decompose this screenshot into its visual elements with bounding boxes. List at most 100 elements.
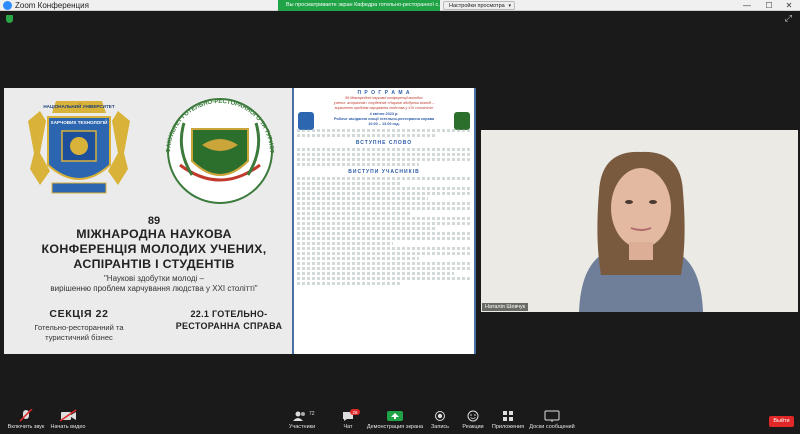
conference-theme: "Наукові здобутки молоді – вирішенню про… bbox=[4, 274, 304, 294]
participants-button[interactable]: 72 Участники bbox=[282, 407, 322, 434]
shared-screen: НАЦІОНАЛЬНИЙ УНІВЕРСИТЕТ ХАРЧОВИХ ТЕХНОЛ… bbox=[4, 88, 476, 354]
section-name: Готельно-ресторанний та туристичний бізн… bbox=[6, 323, 152, 343]
participants-label: Участники bbox=[288, 424, 316, 430]
subsection-heading: 22.1 ГОТЕЛЬНО- РЕСТОРАННА СПРАВА bbox=[154, 308, 304, 332]
text-placeholder bbox=[297, 237, 471, 240]
conference-title: МІЖНАРОДНА НАУКОВА КОНФЕРЕНЦІЯ МОЛОДИХ У… bbox=[4, 227, 304, 272]
text-placeholder bbox=[297, 202, 471, 205]
text-placeholder bbox=[297, 217, 471, 220]
text-placeholder bbox=[297, 129, 471, 132]
text-placeholder bbox=[297, 163, 419, 166]
zoom-logo-icon bbox=[3, 1, 12, 10]
leave-meeting-button[interactable]: Выйти bbox=[769, 416, 794, 427]
mic-muted-icon bbox=[19, 409, 33, 422]
chat-button[interactable]: 26 Чат bbox=[333, 407, 363, 434]
apps-button[interactable]: Приложения bbox=[490, 407, 526, 434]
text-placeholder bbox=[297, 187, 471, 190]
subsection-line: РЕСТОРАННА СПРАВА bbox=[175, 321, 283, 331]
theme-line: вирішенню проблем харчування людства у X… bbox=[50, 284, 258, 293]
view-options-label: Настройки просмотра bbox=[449, 3, 505, 9]
intro-heading: ВСТУПНЕ СЛОВО bbox=[355, 140, 413, 146]
start-video-label: Начать видео bbox=[50, 424, 86, 430]
fullscreen-icon[interactable]: ⤢ bbox=[785, 13, 792, 24]
video-off-icon bbox=[59, 409, 77, 422]
text-placeholder bbox=[297, 277, 471, 280]
participant-name: Наталія Шевчук bbox=[482, 303, 529, 311]
minimize-button[interactable]: — bbox=[736, 0, 758, 11]
program-date-line: 10.00 – 13.00 год. bbox=[368, 122, 400, 126]
unmute-button[interactable]: Включить звук bbox=[4, 407, 48, 434]
record-icon bbox=[435, 411, 445, 421]
text-placeholder bbox=[297, 267, 471, 270]
faculty-emblem: ФАКУЛЬТЕТ ГОТЕЛЬНО-РЕСТОРАННОГО ТА ТУРИС… bbox=[150, 93, 274, 204]
reactions-label: Реакции bbox=[462, 424, 484, 430]
text-placeholder bbox=[297, 262, 471, 265]
participant-video[interactable]: Наталія Шевчук bbox=[481, 130, 798, 312]
text-placeholder bbox=[297, 177, 471, 180]
view-options-dropdown[interactable]: Настройки просмотра ▾ bbox=[443, 1, 515, 10]
text-placeholder bbox=[297, 207, 471, 210]
text-placeholder bbox=[297, 257, 419, 260]
window-titlebar: Zoom Конференция Вы просматриваете экран… bbox=[0, 0, 800, 11]
text-placeholder bbox=[297, 153, 471, 156]
participants-icon: 72 bbox=[293, 411, 315, 421]
share-banner[interactable]: Вы просматриваете экран Кафедра готельно… bbox=[278, 0, 440, 11]
text-placeholder bbox=[297, 227, 437, 230]
unmute-label: Включить звук bbox=[7, 424, 45, 430]
title-line: МІЖНАРОДНА НАУКОВА bbox=[76, 227, 232, 241]
record-label: Запись bbox=[430, 424, 450, 430]
meeting-toolbar: Включить звук Начать видео 72 Участники … bbox=[0, 407, 800, 434]
program-document: П Р О Г Р А М А 89 Міжнародної наукової … bbox=[292, 88, 476, 354]
reactions-button[interactable]: Реакции bbox=[456, 407, 490, 434]
text-placeholder bbox=[297, 247, 471, 250]
whiteboard-button[interactable]: Доски сообщений bbox=[528, 407, 576, 434]
share-screen-icon bbox=[387, 411, 403, 421]
apps-label: Приложения bbox=[491, 424, 525, 430]
emblem-text-line-1: НАЦІОНАЛЬНИЙ УНІВЕРСИТЕТ bbox=[43, 102, 115, 109]
conference-number: 89 bbox=[147, 215, 161, 227]
chat-badge: 26 bbox=[352, 410, 358, 415]
chat-icon: 26 bbox=[343, 409, 360, 421]
window-title: Zoom Конференция bbox=[15, 1, 89, 10]
text-placeholder bbox=[297, 158, 471, 161]
section-line: Готельно-ресторанний та bbox=[34, 323, 124, 332]
apps-icon bbox=[503, 411, 513, 421]
participant-photo bbox=[481, 130, 798, 312]
theme-line: "Наукові здобутки молоді – bbox=[103, 274, 205, 283]
security-shield-icon[interactable] bbox=[6, 15, 13, 23]
text-placeholder bbox=[297, 212, 411, 215]
speakers-heading: ВИСТУПИ УЧАСНИКІВ bbox=[348, 169, 420, 175]
whiteboard-label: Доски сообщений bbox=[529, 424, 575, 430]
section-heading: СЕКЦІЯ 22 bbox=[49, 308, 109, 320]
text-placeholder bbox=[297, 148, 471, 151]
chat-label: Чат bbox=[343, 424, 353, 430]
text-placeholder bbox=[297, 134, 437, 137]
text-placeholder bbox=[297, 222, 471, 225]
close-button[interactable]: ✕ bbox=[778, 0, 800, 11]
slide-panel: НАЦІОНАЛЬНИЙ УНІВЕРСИТЕТ ХАРЧОВИХ ТЕХНОЛ… bbox=[4, 88, 292, 354]
start-video-button[interactable]: Начать видео bbox=[48, 407, 88, 434]
program-subtitle: 89 Міжнародної наукової конференції моло… bbox=[297, 96, 471, 111]
section-line: туристичний бізнес bbox=[45, 333, 113, 342]
program-subtitle-line: вирішенню проблем харчування людства у X… bbox=[334, 106, 434, 110]
participants-count: 72 bbox=[309, 411, 315, 417]
text-placeholder bbox=[297, 252, 471, 255]
title-line: АСПІРАНТІВ І СТУДЕНТІВ bbox=[73, 257, 235, 271]
whiteboard-icon bbox=[544, 410, 560, 422]
record-button[interactable]: Запись bbox=[424, 407, 456, 434]
text-placeholder bbox=[297, 182, 402, 185]
share-screen-button[interactable]: Демонстрация экрана bbox=[366, 407, 424, 434]
text-placeholder bbox=[297, 282, 402, 285]
program-date: 4 квітня 2023 р. Робоче засідання секції… bbox=[297, 112, 471, 127]
text-placeholder bbox=[297, 192, 471, 195]
program-emblem-left-icon bbox=[298, 112, 314, 130]
text-placeholder bbox=[297, 197, 428, 200]
text-placeholder bbox=[297, 242, 393, 245]
maximize-button[interactable]: ☐ bbox=[758, 0, 780, 11]
text-placeholder bbox=[297, 232, 471, 235]
subsection-line: 22.1 ГОТЕЛЬНО- bbox=[190, 309, 268, 319]
program-emblem-right-icon bbox=[454, 112, 470, 130]
university-emblem: НАЦІОНАЛЬНИЙ УНІВЕРСИТЕТ ХАРЧОВИХ ТЕХНОЛ… bbox=[28, 101, 130, 194]
emblem-text-line-2: ХАРЧОВИХ ТЕХНОЛОГІЙ bbox=[51, 118, 108, 125]
reactions-icon bbox=[467, 410, 479, 422]
